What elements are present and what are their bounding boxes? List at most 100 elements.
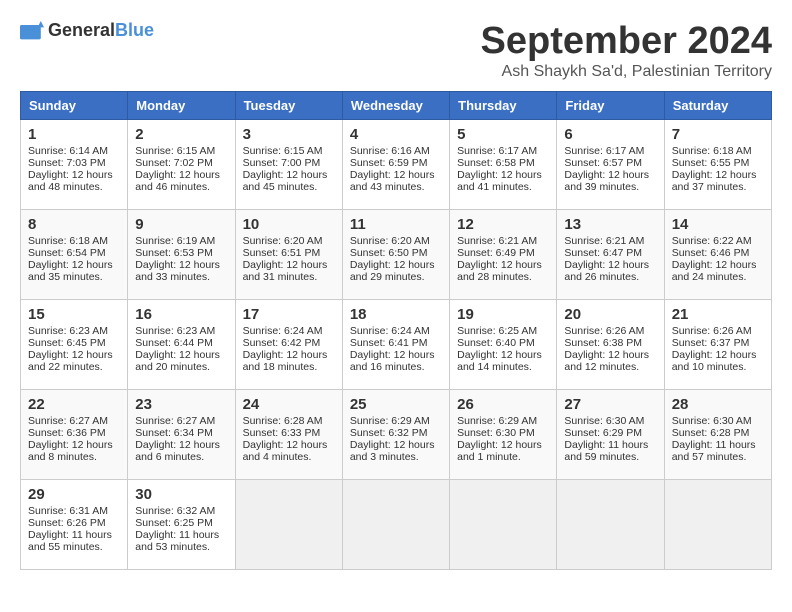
daylight-text: Daylight: 12 hours and 28 minutes. <box>457 259 542 283</box>
sunrise-text: Sunrise: 6:32 AM <box>135 505 215 517</box>
sunset-text: Sunset: 6:49 PM <box>457 247 535 259</box>
calendar-day-cell: 23 Sunrise: 6:27 AMSunset: 6:34 PMDayligh… <box>128 390 235 480</box>
header-monday: Monday <box>128 92 235 120</box>
month-title: September 2024 <box>481 20 773 63</box>
calendar-day-cell: 18Sunrise: 6:24 AMSunset: 6:41 PMDayligh… <box>342 300 449 390</box>
sunrise-text: Sunrise: 6:30 AM <box>672 415 752 427</box>
sunrise-text: Sunrise: 6:21 AM <box>457 235 537 247</box>
daylight-text: Daylight: 12 hours and 14 minutes. <box>457 349 542 373</box>
sunset-text: Sunset: 6:55 PM <box>672 157 750 169</box>
sunrise-text: Sunrise: 6:18 AM <box>672 145 752 157</box>
calendar-day-cell <box>664 480 771 570</box>
calendar-table: Sunday Monday Tuesday Wednesday Thursday… <box>20 91 772 570</box>
daylight-text: Daylight: 12 hours and 35 minutes. <box>28 259 113 283</box>
calendar-day-cell: 5Sunrise: 6:17 AMSunset: 6:58 PMDaylight… <box>450 120 557 210</box>
daylight-text: Daylight: 12 hours and 20 minutes. <box>135 349 220 373</box>
daylight-text: Daylight: 12 hours and 26 minutes. <box>564 259 649 283</box>
calendar-day-cell: 13Sunrise: 6:21 AMSunset: 6:47 PMDayligh… <box>557 210 664 300</box>
sunset-text: Sunset: 6:29 PM <box>564 427 642 439</box>
calendar-day-cell: 30Sunrise: 6:32 AMSunset: 6:25 PMDayligh… <box>128 480 235 570</box>
daylight-text: Daylight: 12 hours and 29 minutes. <box>350 259 435 283</box>
daylight-text: Daylight: 12 hours and 8 minutes. <box>28 439 113 463</box>
header-tuesday: Tuesday <box>235 92 342 120</box>
calendar-day-cell: 2Sunrise: 6:15 AMSunset: 7:02 PMDaylight… <box>128 120 235 210</box>
daylight-text: Daylight: 12 hours and 12 minutes. <box>564 349 649 373</box>
calendar-day-cell: 16Sunrise: 6:23 AMSunset: 6:44 PMDayligh… <box>128 300 235 390</box>
sunset-text: Sunset: 6:51 PM <box>243 247 321 259</box>
day-number: 27 <box>564 396 656 413</box>
sunset-text: Sunset: 7:00 PM <box>243 157 321 169</box>
day-number: 17 <box>243 306 335 323</box>
calendar-day-cell: 12Sunrise: 6:21 AMSunset: 6:49 PMDayligh… <box>450 210 557 300</box>
daylight-text: Daylight: 12 hours and 46 minutes. <box>135 169 220 193</box>
calendar-day-cell <box>235 480 342 570</box>
day-number: 9 <box>135 216 227 233</box>
daylight-text: Daylight: 12 hours and 1 minute. <box>457 439 542 463</box>
calendar-day-cell: 6Sunrise: 6:17 AMSunset: 6:57 PMDaylight… <box>557 120 664 210</box>
header-wednesday: Wednesday <box>342 92 449 120</box>
day-number: 8 <box>28 216 120 233</box>
logo-icon <box>20 21 44 41</box>
day-number: 18 <box>350 306 442 323</box>
calendar-day-cell: 1Sunrise: 6:14 AMSunset: 7:03 PMDaylight… <box>21 120 128 210</box>
daylight-text: Daylight: 11 hours and 53 minutes. <box>135 529 219 553</box>
sunset-text: Sunset: 6:50 PM <box>350 247 428 259</box>
daylight-text: Daylight: 12 hours and 6 minutes. <box>135 439 220 463</box>
calendar-day-cell: 25Sunrise: 6:29 AMSunset: 6:32 PMDayligh… <box>342 390 449 480</box>
sunset-text: Sunset: 6:32 PM <box>350 427 428 439</box>
daylight-text: Daylight: 11 hours and 59 minutes. <box>564 439 648 463</box>
sunset-text: Sunset: 6:44 PM <box>135 337 213 349</box>
calendar-day-cell: 3Sunrise: 6:15 AMSunset: 7:00 PMDaylight… <box>235 120 342 210</box>
sunset-text: Sunset: 7:02 PM <box>135 157 213 169</box>
sunset-text: Sunset: 6:46 PM <box>672 247 750 259</box>
calendar-day-cell: 19Sunrise: 6:25 AMSunset: 6:40 PMDayligh… <box>450 300 557 390</box>
daylight-text: Daylight: 12 hours and 45 minutes. <box>243 169 328 193</box>
day-number: 7 <box>672 126 764 143</box>
daylight-text: Daylight: 12 hours and 22 minutes. <box>28 349 113 373</box>
sunset-text: Sunset: 6:57 PM <box>564 157 642 169</box>
calendar-day-cell: 8Sunrise: 6:18 AMSunset: 6:54 PMDaylight… <box>21 210 128 300</box>
calendar-title-area: September 2024 Ash Shaykh Sa'd, Palestin… <box>481 20 773 81</box>
calendar-day-cell: 14Sunrise: 6:22 AMSunset: 6:46 PMDayligh… <box>664 210 771 300</box>
daylight-text: Daylight: 12 hours and 39 minutes. <box>564 169 649 193</box>
sunset-text: Sunset: 6:26 PM <box>28 517 106 529</box>
day-number: 6 <box>564 126 656 143</box>
sunrise-text: Sunrise: 6:30 AM <box>564 415 644 427</box>
calendar-day-cell: 27 Sunrise: 6:30 AMSunset: 6:29 PMDayligh… <box>557 390 664 480</box>
sunset-text: Sunset: 7:03 PM <box>28 157 106 169</box>
daylight-text: Daylight: 12 hours and 18 minutes. <box>243 349 328 373</box>
header-friday: Friday <box>557 92 664 120</box>
sunrise-text: Sunrise: 6:23 AM <box>135 325 215 337</box>
day-number: 30 <box>135 486 227 503</box>
day-number: 23 <box>135 396 227 413</box>
sunrise-text: Sunrise: 6:15 AM <box>243 145 323 157</box>
calendar-day-cell: 22Sunrise: 6:27 AMSunset: 6:36 PMDayligh… <box>21 390 128 480</box>
calendar-day-cell: 15Sunrise: 6:23 AMSunset: 6:45 PMDayligh… <box>21 300 128 390</box>
logo-blue: Blue <box>115 20 154 40</box>
day-number: 21 <box>672 306 764 323</box>
calendar-week-row: 15Sunrise: 6:23 AMSunset: 6:45 PMDayligh… <box>21 300 772 390</box>
calendar-week-row: 8Sunrise: 6:18 AMSunset: 6:54 PMDaylight… <box>21 210 772 300</box>
calendar-day-cell <box>450 480 557 570</box>
daylight-text: Daylight: 12 hours and 16 minutes. <box>350 349 435 373</box>
daylight-text: Daylight: 12 hours and 31 minutes. <box>243 259 328 283</box>
sunset-text: Sunset: 6:34 PM <box>135 427 213 439</box>
daylight-text: Daylight: 12 hours and 48 minutes. <box>28 169 113 193</box>
day-number: 10 <box>243 216 335 233</box>
sunrise-text: Sunrise: 6:27 AM <box>135 415 215 427</box>
day-number: 2 <box>135 126 227 143</box>
day-number: 29 <box>28 486 120 503</box>
header-thursday: Thursday <box>450 92 557 120</box>
sunset-text: Sunset: 6:59 PM <box>350 157 428 169</box>
location-title: Ash Shaykh Sa'd, Palestinian Territory <box>481 63 773 81</box>
day-number: 14 <box>672 216 764 233</box>
day-number: 28 <box>672 396 764 413</box>
calendar-day-cell: 7Sunrise: 6:18 AMSunset: 6:55 PMDaylight… <box>664 120 771 210</box>
sunset-text: Sunset: 6:33 PM <box>243 427 321 439</box>
day-number: 20 <box>564 306 656 323</box>
calendar-week-row: 1Sunrise: 6:14 AMSunset: 7:03 PMDaylight… <box>21 120 772 210</box>
logo: GeneralBlue <box>20 20 154 41</box>
day-number: 11 <box>350 216 442 233</box>
calendar-day-cell: 26Sunrise: 6:29 AMSunset: 6:30 PMDayligh… <box>450 390 557 480</box>
calendar-day-cell: 10Sunrise: 6:20 AMSunset: 6:51 PMDayligh… <box>235 210 342 300</box>
